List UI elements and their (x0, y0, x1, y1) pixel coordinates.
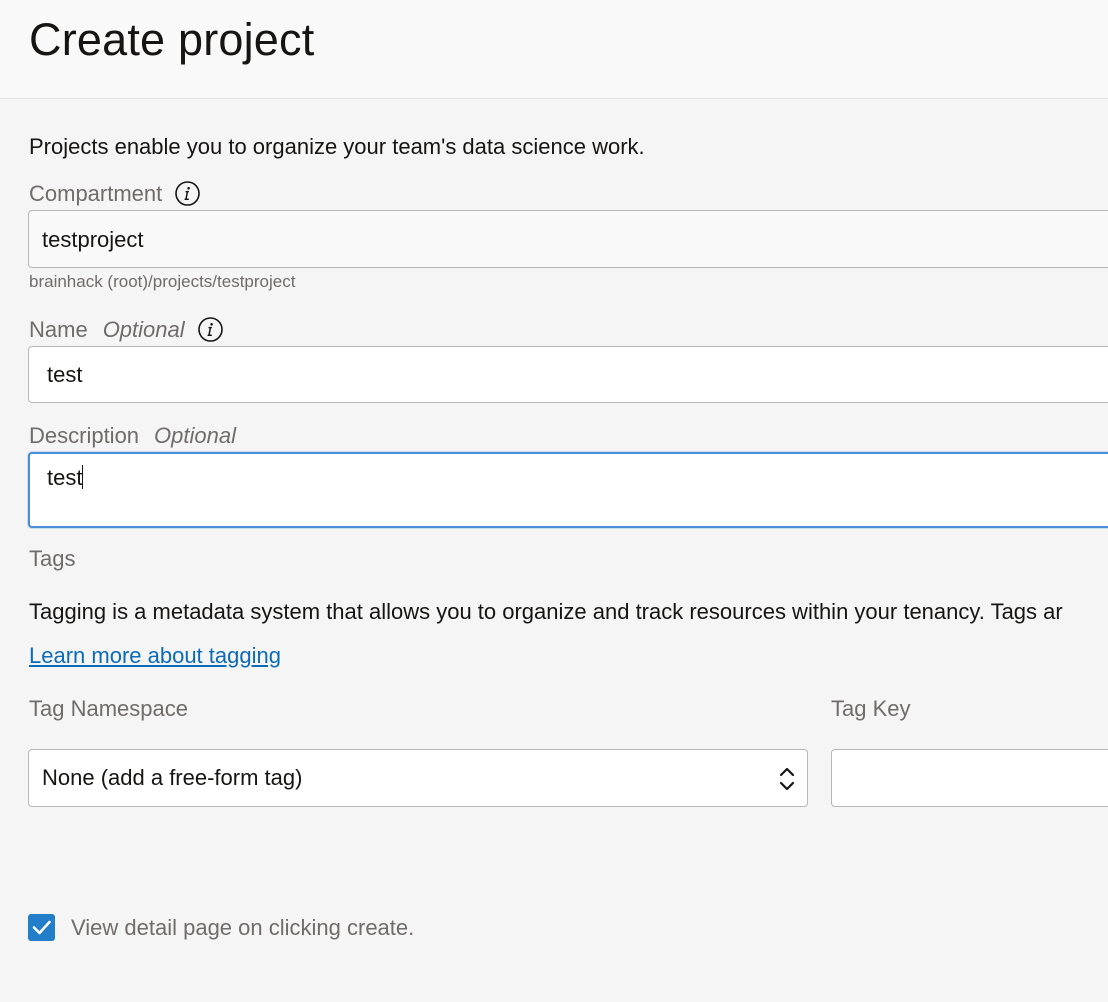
tags-description: Tagging is a metadata system that allows… (29, 599, 1063, 624)
name-optional-text: Optional (102, 316, 185, 342)
description-value-wrap: test (47, 465, 84, 491)
intro-text: Projects enable you to organize your tea… (29, 134, 645, 159)
description-textarea[interactable]: test (28, 452, 1108, 528)
name-value: test (47, 362, 83, 387)
compartment-label: Compartment (29, 180, 201, 207)
description-value: test (47, 465, 83, 490)
name-label: Name Optional (29, 316, 224, 343)
description-label-text: Description (29, 423, 140, 448)
description-label: Description Optional (29, 423, 236, 449)
page-header: Create project (0, 0, 1108, 99)
learn-more-tagging-link[interactable]: Learn more about tagging (29, 643, 281, 669)
info-icon[interactable] (197, 316, 224, 343)
compartment-select[interactable]: testproject (28, 210, 1108, 268)
tag-key-label: Tag Key (831, 696, 911, 721)
checkmark-icon (32, 920, 51, 935)
tags-section-label: Tags (29, 546, 76, 571)
view-detail-label[interactable]: View detail page on clicking create. (71, 915, 414, 941)
info-icon[interactable] (174, 180, 201, 207)
view-detail-checkbox[interactable] (28, 914, 55, 941)
tag-namespace-select[interactable]: None (add a free-form tag) (28, 749, 808, 807)
compartment-path-hint: brainhack (root)/projects/testproject (29, 272, 296, 291)
page-title: Create project (29, 14, 315, 65)
name-label-text: Name (29, 316, 88, 342)
name-input[interactable]: test (28, 346, 1108, 403)
tag-namespace-value: None (add a free-form tag) (42, 765, 303, 790)
compartment-label-text: Compartment (29, 180, 163, 206)
description-optional-text: Optional (154, 423, 236, 448)
up-down-chevron-icon (777, 765, 797, 793)
tag-namespace-label: Tag Namespace (29, 696, 188, 721)
compartment-value: testproject (42, 227, 144, 252)
tag-key-input[interactable] (831, 749, 1108, 807)
text-cursor (82, 465, 84, 489)
